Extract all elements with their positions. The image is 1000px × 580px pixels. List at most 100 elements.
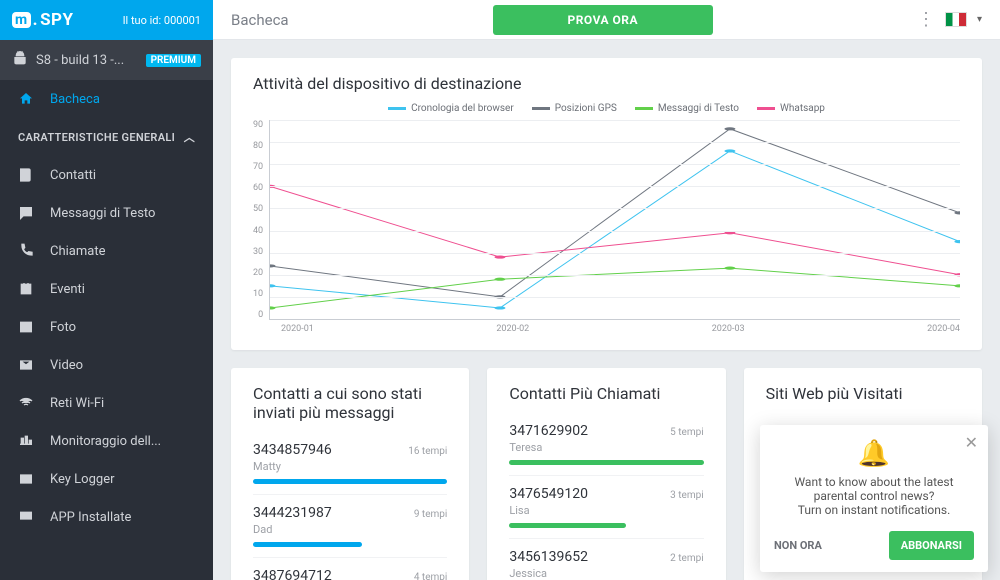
contact-number: 3456139652 (509, 549, 588, 565)
contact-name: Jessica (509, 567, 588, 580)
nav-item-foto[interactable]: Foto (0, 308, 213, 346)
chart-plot (269, 120, 960, 320)
nav-icon (18, 281, 34, 297)
contact-name: Dad (253, 523, 332, 536)
contact-item[interactable]: 3476549120 Lisa 3 tempi (509, 475, 703, 528)
chevron-up-icon: ︿ (184, 129, 195, 145)
legend-item[interactable]: Posizioni GPS (532, 103, 617, 114)
topbar: Bacheca PROVA ORA ⋮ ▾ (213, 0, 1000, 40)
nav-label: Monitoraggio dell... (50, 434, 161, 449)
close-icon[interactable]: ✕ (965, 433, 978, 452)
try-now-button[interactable]: PROVA ORA (493, 5, 713, 35)
popup-text: Want to know about the latest parental c… (774, 475, 974, 503)
contact-number: 3476549120 (509, 486, 588, 502)
nav-item-chiamate[interactable]: Chiamate (0, 232, 213, 270)
chart-legend: Cronologia del browser Posizioni GPS Messa… (253, 103, 960, 114)
card-title: Siti Web più Visitati (766, 384, 960, 403)
nav-section-general[interactable]: CARATTERISTICHE GENERALI ︿ (0, 118, 213, 156)
bar (253, 479, 447, 484)
sidebar: m.SPY Il tuo id: 000001 S8 - build 13 -.… (0, 0, 213, 580)
brand-bar: m.SPY Il tuo id: 000001 (0, 0, 213, 40)
android-icon (12, 50, 28, 70)
nav-label: APP Installate (50, 510, 131, 525)
contact-count: 5 tempi (670, 427, 704, 438)
nav-icon (18, 167, 34, 183)
contact-item[interactable]: 3444231987 Dad 9 tempi (253, 494, 447, 547)
bell-icon: 🔔 (774, 439, 974, 469)
nav-icon (18, 319, 34, 335)
contact-count: 3 tempi (670, 490, 704, 501)
main: Bacheca PROVA ORA ⋮ ▾ Attività del dispo… (213, 0, 1000, 580)
not-now-button[interactable]: NON ORA (774, 539, 822, 552)
flag-italy-icon[interactable] (945, 12, 967, 27)
chart-xaxis: 2020-012020-022020-032020-04 (281, 324, 960, 334)
more-icon[interactable]: ⋮ (917, 9, 935, 30)
nav-label: Key Logger (50, 472, 115, 487)
nav-item-contatti[interactable]: Contatti (0, 156, 213, 194)
nav-item-reti-wi-fi[interactable]: Reti Wi-Fi (0, 384, 213, 422)
contact-count: 16 tempi (408, 446, 447, 457)
contact-count: 9 tempi (414, 509, 448, 520)
nav-icon (18, 509, 34, 525)
contact-count: 4 tempi (414, 572, 448, 580)
contact-item[interactable]: 3487694712 4 tempi (253, 557, 447, 580)
chart-title: Attività del dispositivo di destinazione (253, 74, 960, 93)
chart: 9080706050403020100 (253, 120, 960, 320)
bar (253, 542, 362, 547)
legend-item[interactable]: Whatsapp (757, 103, 825, 114)
bar (509, 523, 626, 528)
device-name: S8 - build 13 -... (36, 53, 138, 68)
nav-item-app-installate[interactable]: APP Installate (0, 498, 213, 536)
top-messaged-card: Contatti a cui sono stati inviati più me… (231, 368, 469, 580)
nav-icon (18, 357, 34, 373)
home-icon (18, 91, 34, 107)
contact-number: 3487694712 (253, 568, 332, 580)
nav-item-video[interactable]: Video (0, 346, 213, 384)
device-selector[interactable]: S8 - build 13 -... PREMIUM (0, 40, 213, 80)
premium-badge: PREMIUM (146, 54, 201, 67)
contact-number: 3471629902 (509, 423, 588, 439)
user-id: Il tuo id: 000001 (123, 14, 201, 27)
nav-icon (18, 205, 34, 221)
contact-count: 2 tempi (670, 553, 704, 564)
card-title: Contatti a cui sono stati inviati più me… (253, 384, 447, 422)
nav-label: Foto (50, 320, 76, 335)
nav-label: Contatti (50, 168, 96, 183)
contact-item[interactable]: 3471629902 Teresa 5 tempi (509, 413, 703, 465)
nav-label: Bacheca (50, 92, 100, 107)
nav-item-key-logger[interactable]: Key Logger (0, 460, 213, 498)
notification-popup: ✕ 🔔 Want to know about the latest parent… (760, 425, 988, 572)
nav-icon (18, 395, 34, 411)
content: Attività del dispositivo di destinazione… (213, 40, 1000, 580)
top-actions: ⋮ ▾ (917, 9, 982, 30)
contact-number: 3434857946 (253, 442, 332, 458)
contact-name: Lisa (509, 504, 588, 517)
sidebar-nav: Bacheca CARATTERISTICHE GENERALI ︿ Conta… (0, 80, 213, 580)
activity-chart-card: Attività del dispositivo di destinazione… (231, 58, 982, 350)
contact-name: Teresa (509, 441, 588, 454)
legend-item[interactable]: Cronologia del browser (388, 103, 514, 114)
legend-item[interactable]: Messaggi di Testo (635, 103, 739, 114)
contact-item[interactable]: 3456139652 Jessica 2 tempi (509, 538, 703, 580)
bar (509, 460, 703, 465)
nav-label: Video (50, 358, 83, 373)
contact-name: Matty (253, 460, 332, 473)
chart-yaxis: 9080706050403020100 (253, 120, 269, 320)
top-called-card: Contatti Più Chiamati 3471629902 Teresa 5 … (487, 368, 725, 580)
card-title: Contatti Più Chiamati (509, 384, 703, 403)
nav-item-dashboard[interactable]: Bacheca (0, 80, 213, 118)
nav-label: Chiamate (50, 244, 105, 259)
nav-icon (18, 471, 34, 487)
nav-item-eventi[interactable]: Eventi (0, 270, 213, 308)
nav-label: Reti Wi-Fi (50, 396, 104, 411)
nav-item-messaggi-di-testo[interactable]: Messaggi di Testo (0, 194, 213, 232)
nav-icon (18, 243, 34, 259)
nav-section-label: CARATTERISTICHE GENERALI (18, 131, 175, 144)
page-title: Bacheca (231, 11, 289, 29)
contact-item[interactable]: 3434857946 Matty 16 tempi (253, 432, 447, 484)
subscribe-button[interactable]: ABBONARSI (889, 531, 974, 560)
chevron-down-icon[interactable]: ▾ (977, 14, 982, 25)
popup-text: Turn on instant notifications. (774, 503, 974, 517)
nav-item-monitoraggio-dell-[interactable]: Monitoraggio dell... (0, 422, 213, 460)
contact-number: 3444231987 (253, 505, 332, 521)
